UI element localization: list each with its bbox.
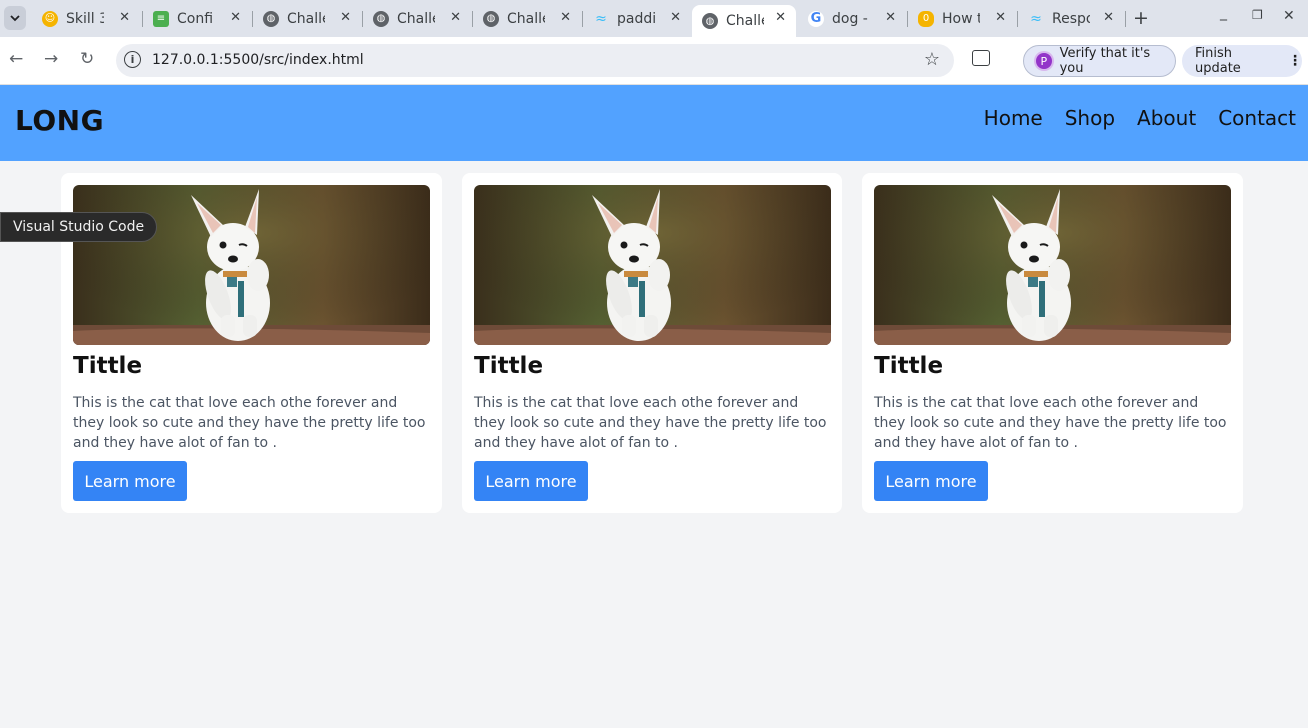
dog-photo <box>73 185 430 345</box>
brand-logo[interactable]: LONG <box>15 104 104 137</box>
close-window-icon[interactable]: ✕ <box>1283 8 1295 24</box>
card-description: This is the cat that love each othe fore… <box>874 395 1227 451</box>
avatar: P <box>1034 51 1054 71</box>
nav-home[interactable]: Home <box>984 106 1043 130</box>
forward-arrow-icon[interactable]: → <box>44 49 58 69</box>
book-icon: ≡ <box>153 10 169 27</box>
card-title: Tittle <box>474 353 544 379</box>
close-tab-icon[interactable]: ✕ <box>119 10 130 25</box>
close-tab-icon[interactable]: ✕ <box>995 10 1006 25</box>
restore-icon[interactable]: ❐ <box>1252 8 1263 22</box>
dog-photo <box>474 185 831 345</box>
more-vertical-icon[interactable]: ⋮ <box>1288 53 1302 69</box>
browser-tab-active[interactable]: ◍ Challe ✕ <box>692 5 796 37</box>
tab-strip: ☺ Skill 3 ✕ ≡ Confi ✕ ◍ Challe ✕ ◍ Chall… <box>0 0 1308 37</box>
address-bar[interactable]: i 127.0.0.1:5500/src/index.html ☆ <box>116 44 954 77</box>
learn-more-button[interactable]: Learn more <box>73 461 187 501</box>
app-tooltip: Visual Studio Code <box>0 212 158 242</box>
close-tab-icon[interactable]: ✕ <box>670 10 681 25</box>
globe-icon: ◍ <box>483 10 499 27</box>
product-card: Tittle This is the cat that love each ot… <box>462 173 842 513</box>
nav-contact[interactable]: Contact <box>1218 106 1296 130</box>
globe-icon: ◍ <box>702 13 718 29</box>
new-tab-button[interactable]: + <box>1133 7 1149 29</box>
card-title: Tittle <box>73 353 143 379</box>
nav-about[interactable]: About <box>1137 106 1196 130</box>
close-tab-icon[interactable]: ✕ <box>775 10 786 25</box>
tailwind-icon: ≈ <box>595 10 607 27</box>
learn-more-button[interactable]: Learn more <box>474 461 588 501</box>
chevron-down-icon <box>10 14 20 21</box>
browser-tab[interactable]: ◍ Challe ✕ <box>473 5 581 32</box>
card-description: This is the cat that love each othe fore… <box>474 395 827 451</box>
screenshot-icon[interactable] <box>972 50 990 66</box>
browser-tab[interactable]: 0 How t ✕ <box>908 5 1016 32</box>
browser-toolbar: ← → ↻ i 127.0.0.1:5500/src/index.html ☆ … <box>0 37 1308 85</box>
close-tab-icon[interactable]: ✕ <box>560 10 571 25</box>
close-tab-icon[interactable]: ✕ <box>230 10 241 25</box>
browser-tab[interactable]: ◍ Challe ✕ <box>363 5 471 32</box>
globe-icon: ◍ <box>263 10 279 27</box>
close-tab-icon[interactable]: ✕ <box>450 10 461 25</box>
verify-identity-button[interactable]: P Verify that it's you <box>1023 45 1176 77</box>
card-title: Tittle <box>874 353 944 379</box>
close-tab-icon[interactable]: ✕ <box>1103 10 1114 25</box>
site-header: LONG Home Shop About Contact <box>0 85 1308 161</box>
emoji-icon: ☺ <box>42 10 58 27</box>
google-icon: G <box>808 10 824 27</box>
browser-tab[interactable]: ◍ Challe ✕ <box>253 5 361 32</box>
close-tab-icon[interactable]: ✕ <box>885 10 896 25</box>
main-nav: Home Shop About Contact <box>984 106 1308 130</box>
site-info-icon[interactable]: i <box>124 51 141 68</box>
browser-tab[interactable]: ≡ Confi ✕ <box>143 5 251 32</box>
product-card: Tittle This is the cat that love each ot… <box>862 173 1243 513</box>
card-description: This is the cat that love each othe fore… <box>73 395 426 451</box>
learn-more-button[interactable]: Learn more <box>874 461 988 501</box>
nav-shop[interactable]: Shop <box>1065 106 1115 130</box>
back-arrow-icon[interactable]: ← <box>9 49 23 69</box>
reload-icon[interactable]: ↻ <box>80 49 94 69</box>
tab-search-button[interactable] <box>4 6 26 30</box>
dog-photo <box>874 185 1231 345</box>
globe-icon: ◍ <box>373 10 389 27</box>
tailwind-icon: ≈ <box>1030 10 1042 27</box>
bookmark-star-icon[interactable]: ☆ <box>924 49 940 70</box>
url-text[interactable]: 127.0.0.1:5500/src/index.html <box>152 52 364 68</box>
browser-tab[interactable]: G dog - ✕ <box>798 5 906 32</box>
browser-tab[interactable]: ☺ Skill 3 ✕ <box>32 5 140 32</box>
coin-icon: 0 <box>918 10 934 27</box>
minimize-icon[interactable]: _ <box>1220 5 1227 21</box>
finish-update-button[interactable]: Finish update ⋮ <box>1182 45 1302 77</box>
close-tab-icon[interactable]: ✕ <box>340 10 351 25</box>
browser-tab[interactable]: ≈ Respo ✕ <box>1018 5 1124 32</box>
browser-tab[interactable]: ≈ paddi ✕ <box>583 5 691 32</box>
